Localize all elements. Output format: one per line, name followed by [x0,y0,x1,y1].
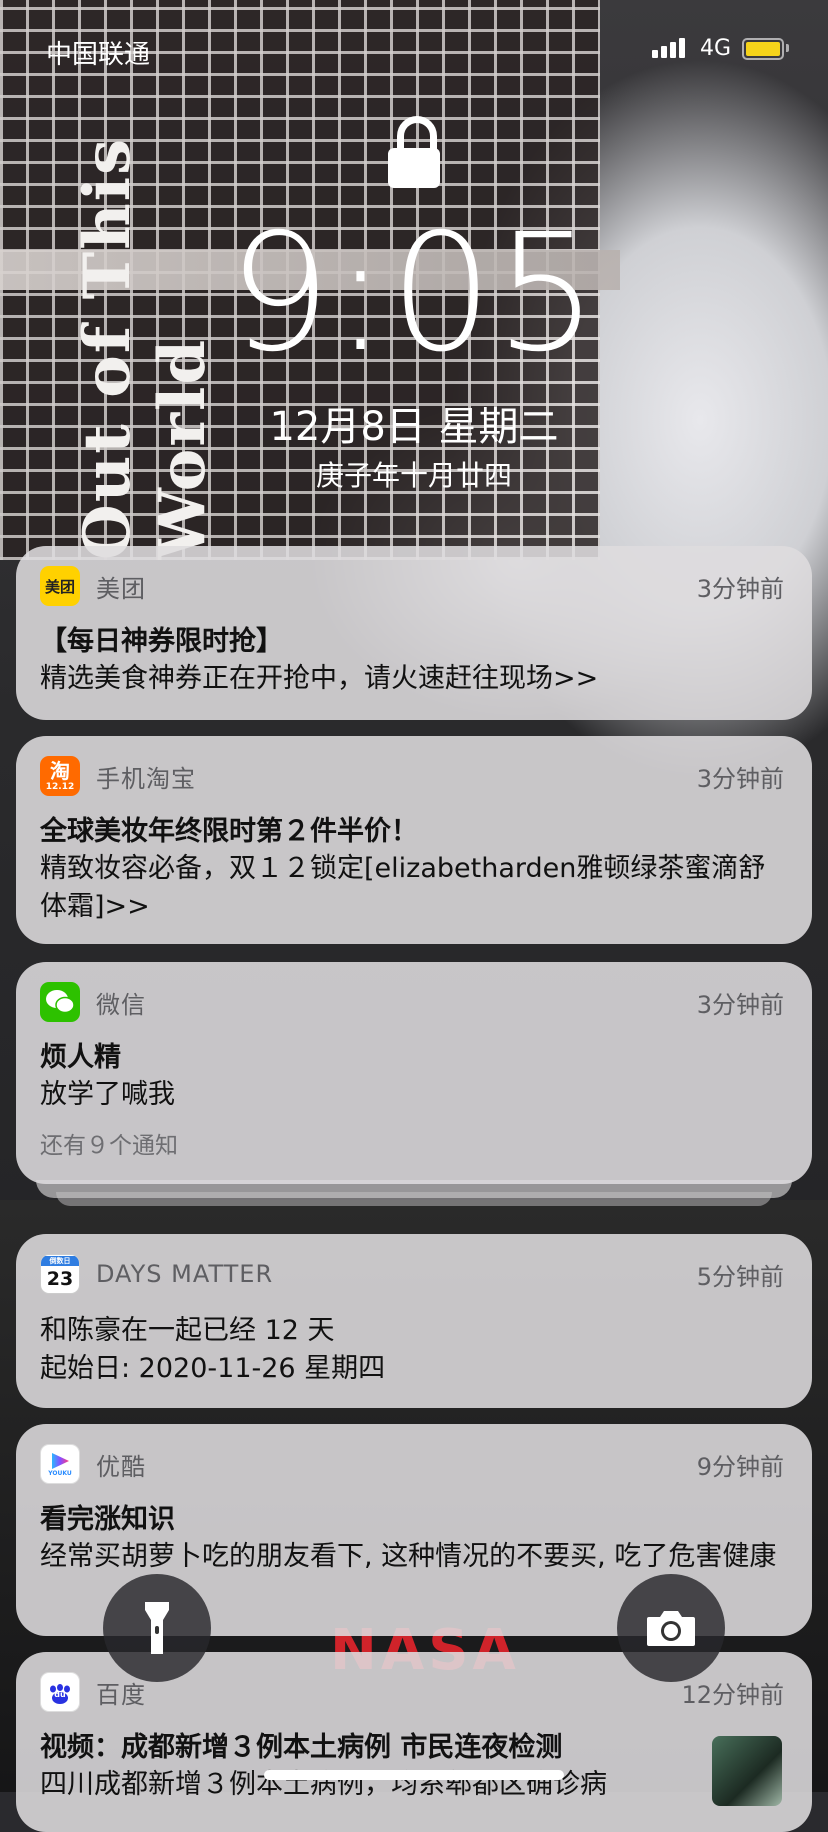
home-indicator[interactable] [264,1770,564,1780]
notification-body-secondary: 起始日: 2020-11-26 星期四 [40,1353,386,1384]
notification-app-name: 美团 [96,574,146,603]
lock-icon [388,116,440,190]
notification-time: 5分钟前 [696,1262,784,1291]
status-bar: 中国联通 4G [0,0,828,96]
taobao-icon-badge: 12.12 [45,782,75,792]
lock-clock: 9:05 [228,200,600,388]
notification-app-name: 优酷 [96,1452,146,1481]
notification-body: 精选美食神券正在开抢中，请火速赶往现场>> [40,663,599,694]
days-matter-icon-number: 23 [46,1268,74,1290]
notification-time: 3分钟前 [696,990,784,1019]
notification-time: 3分钟前 [696,574,784,603]
lunar-date: 庚子年十月廿四 [315,459,512,492]
baidu-icon-label: du [54,1690,66,1699]
flashlight-button[interactable] [103,1574,211,1682]
youku-app-icon: YOUKU [40,1444,80,1484]
notification-wechat[interactable]: 微信 3分钟前 烦人精 放学了喊我 还有９个通知 [16,962,812,1184]
notification-thumbnail [712,1736,782,1806]
network-type: 4G [700,36,732,61]
notification-app-name: DAYS MATTER [96,1260,274,1288]
notification-days-matter[interactable]: 倒数日 23 DAYS MATTER 5分钟前 和陈豪在一起已经 12 天 起始… [16,1234,812,1408]
notification-time: 12分钟前 [681,1680,784,1709]
notification-app-name: 微信 [96,990,146,1019]
notification-title: 视频：成都新增３例本土病例 市民连夜检测 [40,1732,563,1763]
notification-time: 3分钟前 [696,764,784,793]
notification-app-name: 百度 [96,1680,146,1709]
wechat-app-icon [40,982,80,1022]
notification-baidu[interactable]: du 百度 12分钟前 视频：成都新增３例本土病例 市民连夜检测 四川成都新增３… [16,1652,812,1832]
notification-title: 【每日神券限时抢】 [40,626,283,657]
signal-icon [652,36,685,58]
lock-date: 12月8日 星期二 [269,404,559,450]
notification-title: 烦人精 [40,1042,121,1073]
taobao-app-icon: 淘 12.12 [40,756,80,796]
battery-cap [786,44,789,52]
days-matter-icon-header: 倒数日 [41,1256,79,1266]
taobao-icon-glyph: 淘 [50,759,70,783]
notification-title: 全球美妆年终限时第２件半价！ [40,816,418,847]
notification-body: 放学了喊我 [40,1079,175,1110]
youku-icon-label: YOUKU [48,1469,72,1477]
wechat-bubbles-icon [46,990,75,1014]
baidu-app-icon: du [40,1672,80,1712]
notification-body: 和陈豪在一起已经 12 天 [40,1315,335,1346]
flashlight-icon [145,1602,169,1654]
notification-app-name: 手机淘宝 [96,764,196,793]
camera-button[interactable] [617,1574,725,1682]
notification-body: 经常买胡萝卜吃的朋友看下, 这种情况的不要买, 吃了危害健康 [40,1541,777,1572]
notification-body: 精致妆容必备，双１２锁定[elizabetharden雅顿绿茶蜜滴舒体霜]>> [40,853,766,922]
battery-icon [742,38,784,60]
notification-time: 9分钟前 [696,1452,784,1481]
meituan-app-icon: 美团 [40,566,80,606]
days-matter-app-icon: 倒数日 23 [40,1254,80,1294]
carrier-name: 中国联通 [46,40,151,70]
notification-title: 看完涨知识 [40,1504,175,1535]
notification-more-count: 还有９个通知 [40,1133,178,1159]
youku-play-icon [52,1452,69,1469]
notification-taobao[interactable]: 淘 12.12 手机淘宝 3分钟前 全球美妆年终限时第２件半价！ 精致妆容必备，… [16,736,812,944]
notification-meituan[interactable]: 美团 美团 3分钟前 【每日神券限时抢】 精选美食神券正在开抢中，请火速赶往现场… [16,546,812,720]
camera-icon [647,1611,695,1646]
